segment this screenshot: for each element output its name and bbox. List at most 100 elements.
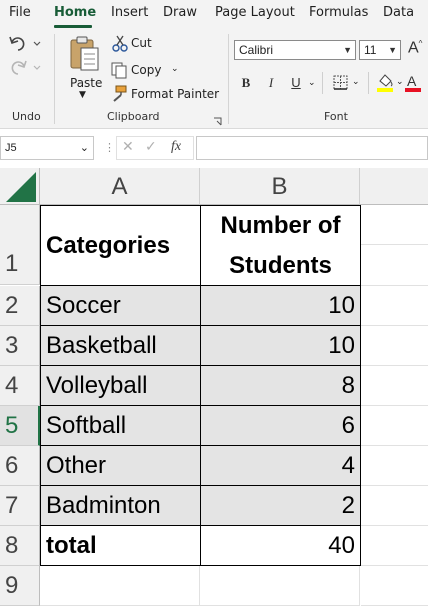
divider [368, 72, 369, 94]
menu-bar: File Home Insert Draw Page Layout Formul… [0, 0, 428, 28]
paste-dropdown-icon[interactable]: ▼ [79, 90, 86, 100]
tab-file[interactable]: File [9, 0, 31, 28]
borders-dropdown-icon[interactable]: ⌄ [352, 77, 360, 87]
borders-button[interactable]: ⌄ [332, 74, 364, 92]
divider [322, 72, 323, 94]
copy-label: Copy [131, 63, 162, 77]
row-header[interactable]: 6 [0, 446, 40, 486]
cut-button[interactable]: Cut [112, 34, 172, 54]
table-header-cell[interactable]: Number of Students [200, 205, 361, 286]
category-cell[interactable]: Soccer [40, 285, 201, 326]
paste-label: Paste [70, 76, 103, 90]
font-color-swatch [405, 88, 421, 92]
tab-page-layout[interactable]: Page Layout [215, 0, 295, 28]
empty-cell[interactable] [200, 566, 360, 606]
count-cell[interactable]: 6 [200, 405, 361, 446]
total-value-cell[interactable]: 40 [200, 525, 361, 566]
count-cell[interactable]: 10 [200, 285, 361, 326]
group-divider [228, 34, 229, 124]
format-painter-icon [113, 85, 127, 102]
row-header[interactable]: 3 [0, 326, 40, 366]
total-label-cell[interactable]: total [40, 525, 201, 566]
count-cell[interactable]: 2 [200, 485, 361, 526]
empty-column-c[interactable] [361, 205, 428, 606]
format-painter-button[interactable]: Format Painter [110, 85, 220, 105]
row-header-selected[interactable]: 5 [0, 406, 40, 446]
group-divider [54, 34, 55, 124]
tab-insert[interactable]: Insert [111, 0, 148, 28]
tab-home[interactable]: Home [54, 0, 96, 28]
formula-controls: ✕ ✓ fx [116, 136, 194, 160]
category-cell[interactable]: Other [40, 445, 201, 486]
font-color-button[interactable]: A [404, 72, 428, 94]
category-cell[interactable]: Badminton [40, 485, 201, 526]
font-size-value: 11 [364, 43, 377, 57]
row-header[interactable]: 9 [0, 566, 40, 606]
italic-button[interactable]: I [263, 74, 279, 92]
fill-color-button[interactable]: ⌄ [376, 72, 406, 94]
column-header-b[interactable]: B [200, 168, 360, 205]
bold-button[interactable]: B [238, 74, 254, 92]
scissors-icon [112, 35, 128, 52]
chevron-down-icon: ⌄ [79, 142, 89, 154]
select-all-button[interactable] [0, 168, 40, 205]
fill-bucket-icon [377, 74, 393, 92]
category-cell[interactable]: Basketball [40, 325, 201, 366]
insert-function-button[interactable]: fx [171, 139, 181, 155]
row-header[interactable]: 4 [0, 366, 40, 406]
table-header-cell[interactable]: Categories [40, 205, 201, 286]
formula-bar: J5 ⌄ ⋮ ✕ ✓ fx [0, 131, 428, 165]
row-header[interactable]: 8 [0, 526, 40, 566]
enter-icon[interactable]: ✓ [145, 139, 157, 155]
highlight-swatch [377, 88, 393, 92]
font-color-icon: A [405, 73, 421, 92]
grow-font-icon: A^ [408, 39, 423, 57]
undo-group-label: Undo [12, 110, 41, 123]
count-cell[interactable]: 8 [200, 365, 361, 406]
tab-draw[interactable]: Draw [163, 0, 197, 28]
ribbon: Undo Paste ▼ Cut Copy ⌄ Format Painter C… [0, 28, 428, 129]
svg-text:A: A [407, 73, 417, 89]
undo-icon [9, 36, 41, 51]
cut-label: Cut [131, 36, 152, 50]
copy-button[interactable]: Copy ⌄ [110, 60, 190, 80]
name-box-value: J5 [5, 142, 17, 154]
empty-cell[interactable] [40, 566, 200, 606]
gridline [361, 285, 428, 286]
formula-input[interactable] [196, 136, 428, 160]
category-cell[interactable]: Softball [40, 405, 201, 446]
font-name-value: Calibri [239, 43, 274, 57]
copy-dropdown-icon[interactable]: ⌄ [171, 64, 179, 74]
count-cell[interactable]: 10 [200, 325, 361, 366]
name-box[interactable]: J5 ⌄ [0, 136, 94, 160]
row-header[interactable]: 1 [0, 205, 40, 285]
column-header-a[interactable]: A [40, 168, 200, 205]
font-name-combobox[interactable]: Calibri ▼ [234, 40, 356, 60]
count-cell[interactable]: 4 [200, 445, 361, 486]
borders-icon [333, 75, 348, 90]
redo-button[interactable] [8, 58, 44, 78]
redo-icon [11, 60, 41, 75]
tab-formulas[interactable]: Formulas [309, 0, 368, 28]
fill-dropdown-icon[interactable]: ⌄ [396, 77, 404, 87]
chevron-down-icon: ▼ [388, 45, 397, 55]
paste-button[interactable]: Paste ▼ [66, 34, 102, 102]
underline-dropdown-icon[interactable]: ⌄ [308, 78, 316, 88]
category-cell[interactable]: Volleyball [40, 365, 201, 406]
chevron-down-icon: ▼ [343, 45, 352, 55]
row-header[interactable]: 7 [0, 486, 40, 526]
more-options-icon[interactable]: ⋮ [104, 141, 115, 154]
font-size-combobox[interactable]: 11 ▼ [359, 40, 401, 60]
tab-data[interactable]: Data [383, 0, 414, 28]
row-header[interactable]: 2 [0, 286, 40, 326]
copy-icon [111, 62, 127, 79]
worksheet: A B 1 Categories Number of Students 2 So… [0, 168, 428, 606]
paste-icon [70, 36, 99, 71]
undo-button[interactable] [8, 34, 44, 54]
underline-button[interactable]: U [288, 74, 304, 92]
column-header-c[interactable] [360, 168, 428, 205]
format-painter-label: Format Painter [131, 87, 220, 101]
clipboard-launcher-icon[interactable] [213, 112, 223, 126]
cancel-icon[interactable]: ✕ [122, 139, 134, 155]
increase-font-size-button[interactable]: A^ [406, 39, 428, 59]
